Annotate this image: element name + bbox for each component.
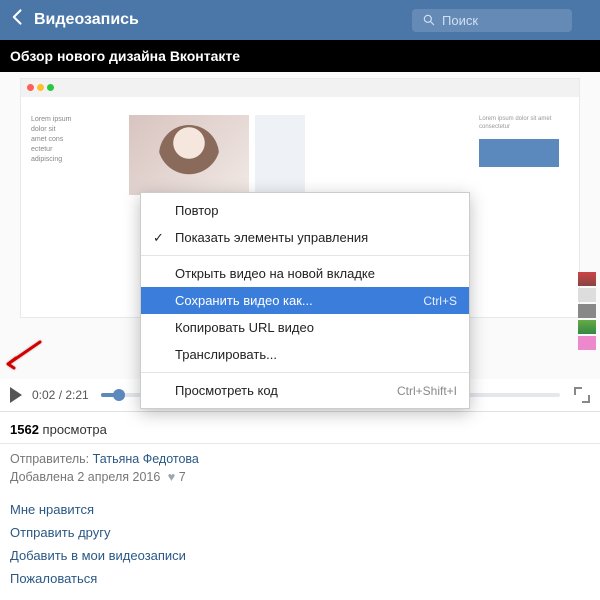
menu-shortcut: Ctrl+Shift+I — [397, 384, 457, 398]
video-stats: 1562 просмотра — [0, 412, 600, 444]
fullscreen-button[interactable] — [574, 387, 590, 403]
video-player[interactable]: Lorem ipsumdolor sitamet consecteturadip… — [0, 72, 600, 412]
page-title: Видеозапись — [34, 11, 139, 29]
video-info: Отправитель: Татьяна Федотова Добавлена … — [0, 444, 600, 496]
menu-separator — [141, 255, 469, 256]
added-date: 2 апреля 2016 — [77, 470, 160, 484]
menu-item-show-controls[interactable]: Показать элементы управления — [141, 224, 469, 251]
sender-link[interactable]: Татьяна Федотова — [93, 452, 199, 466]
play-button[interactable] — [10, 387, 22, 403]
video-title: Обзор нового дизайна Вконтакте — [0, 40, 600, 72]
search-input[interactable]: Поиск — [412, 9, 572, 32]
action-list: Мне нравится Отправить другу Добавить в … — [0, 496, 600, 600]
views-count: 1562 — [10, 422, 39, 437]
progress-thumb[interactable] — [113, 389, 125, 401]
menu-shortcut: Ctrl+S — [423, 294, 457, 308]
menu-item-cast[interactable]: Транслировать... — [141, 341, 469, 368]
thumbnail-strip — [578, 272, 596, 350]
topbar: Видеозапись Поиск — [0, 0, 600, 40]
menu-item-open-new-tab[interactable]: Открыть видео на новой вкладке — [141, 260, 469, 287]
menu-item-copy-url[interactable]: Копировать URL видео — [141, 314, 469, 341]
back-icon[interactable] — [8, 7, 28, 33]
annotation-arrow-icon — [2, 340, 42, 373]
search-placeholder: Поиск — [442, 13, 478, 28]
context-menu: Повтор Показать элементы управления Откр… — [140, 192, 470, 409]
menu-item-inspect[interactable]: Просмотреть код Ctrl+Shift+I — [141, 377, 469, 404]
action-add-to-my-videos[interactable]: Добавить в мои видеозаписи — [10, 544, 590, 567]
action-like[interactable]: Мне нравится — [10, 498, 590, 521]
menu-item-repeat[interactable]: Повтор — [141, 197, 469, 224]
likes-count: 7 — [179, 470, 186, 484]
time-display: 0:02 / 2:21 — [32, 388, 89, 402]
menu-item-save-video-as[interactable]: Сохранить видео как... Ctrl+S — [141, 287, 469, 314]
action-report[interactable]: Пожаловаться — [10, 567, 590, 590]
heart-icon: ♥ — [168, 470, 175, 484]
menu-separator — [141, 372, 469, 373]
action-send-friend[interactable]: Отправить другу — [10, 521, 590, 544]
views-label: просмотра — [43, 422, 107, 437]
